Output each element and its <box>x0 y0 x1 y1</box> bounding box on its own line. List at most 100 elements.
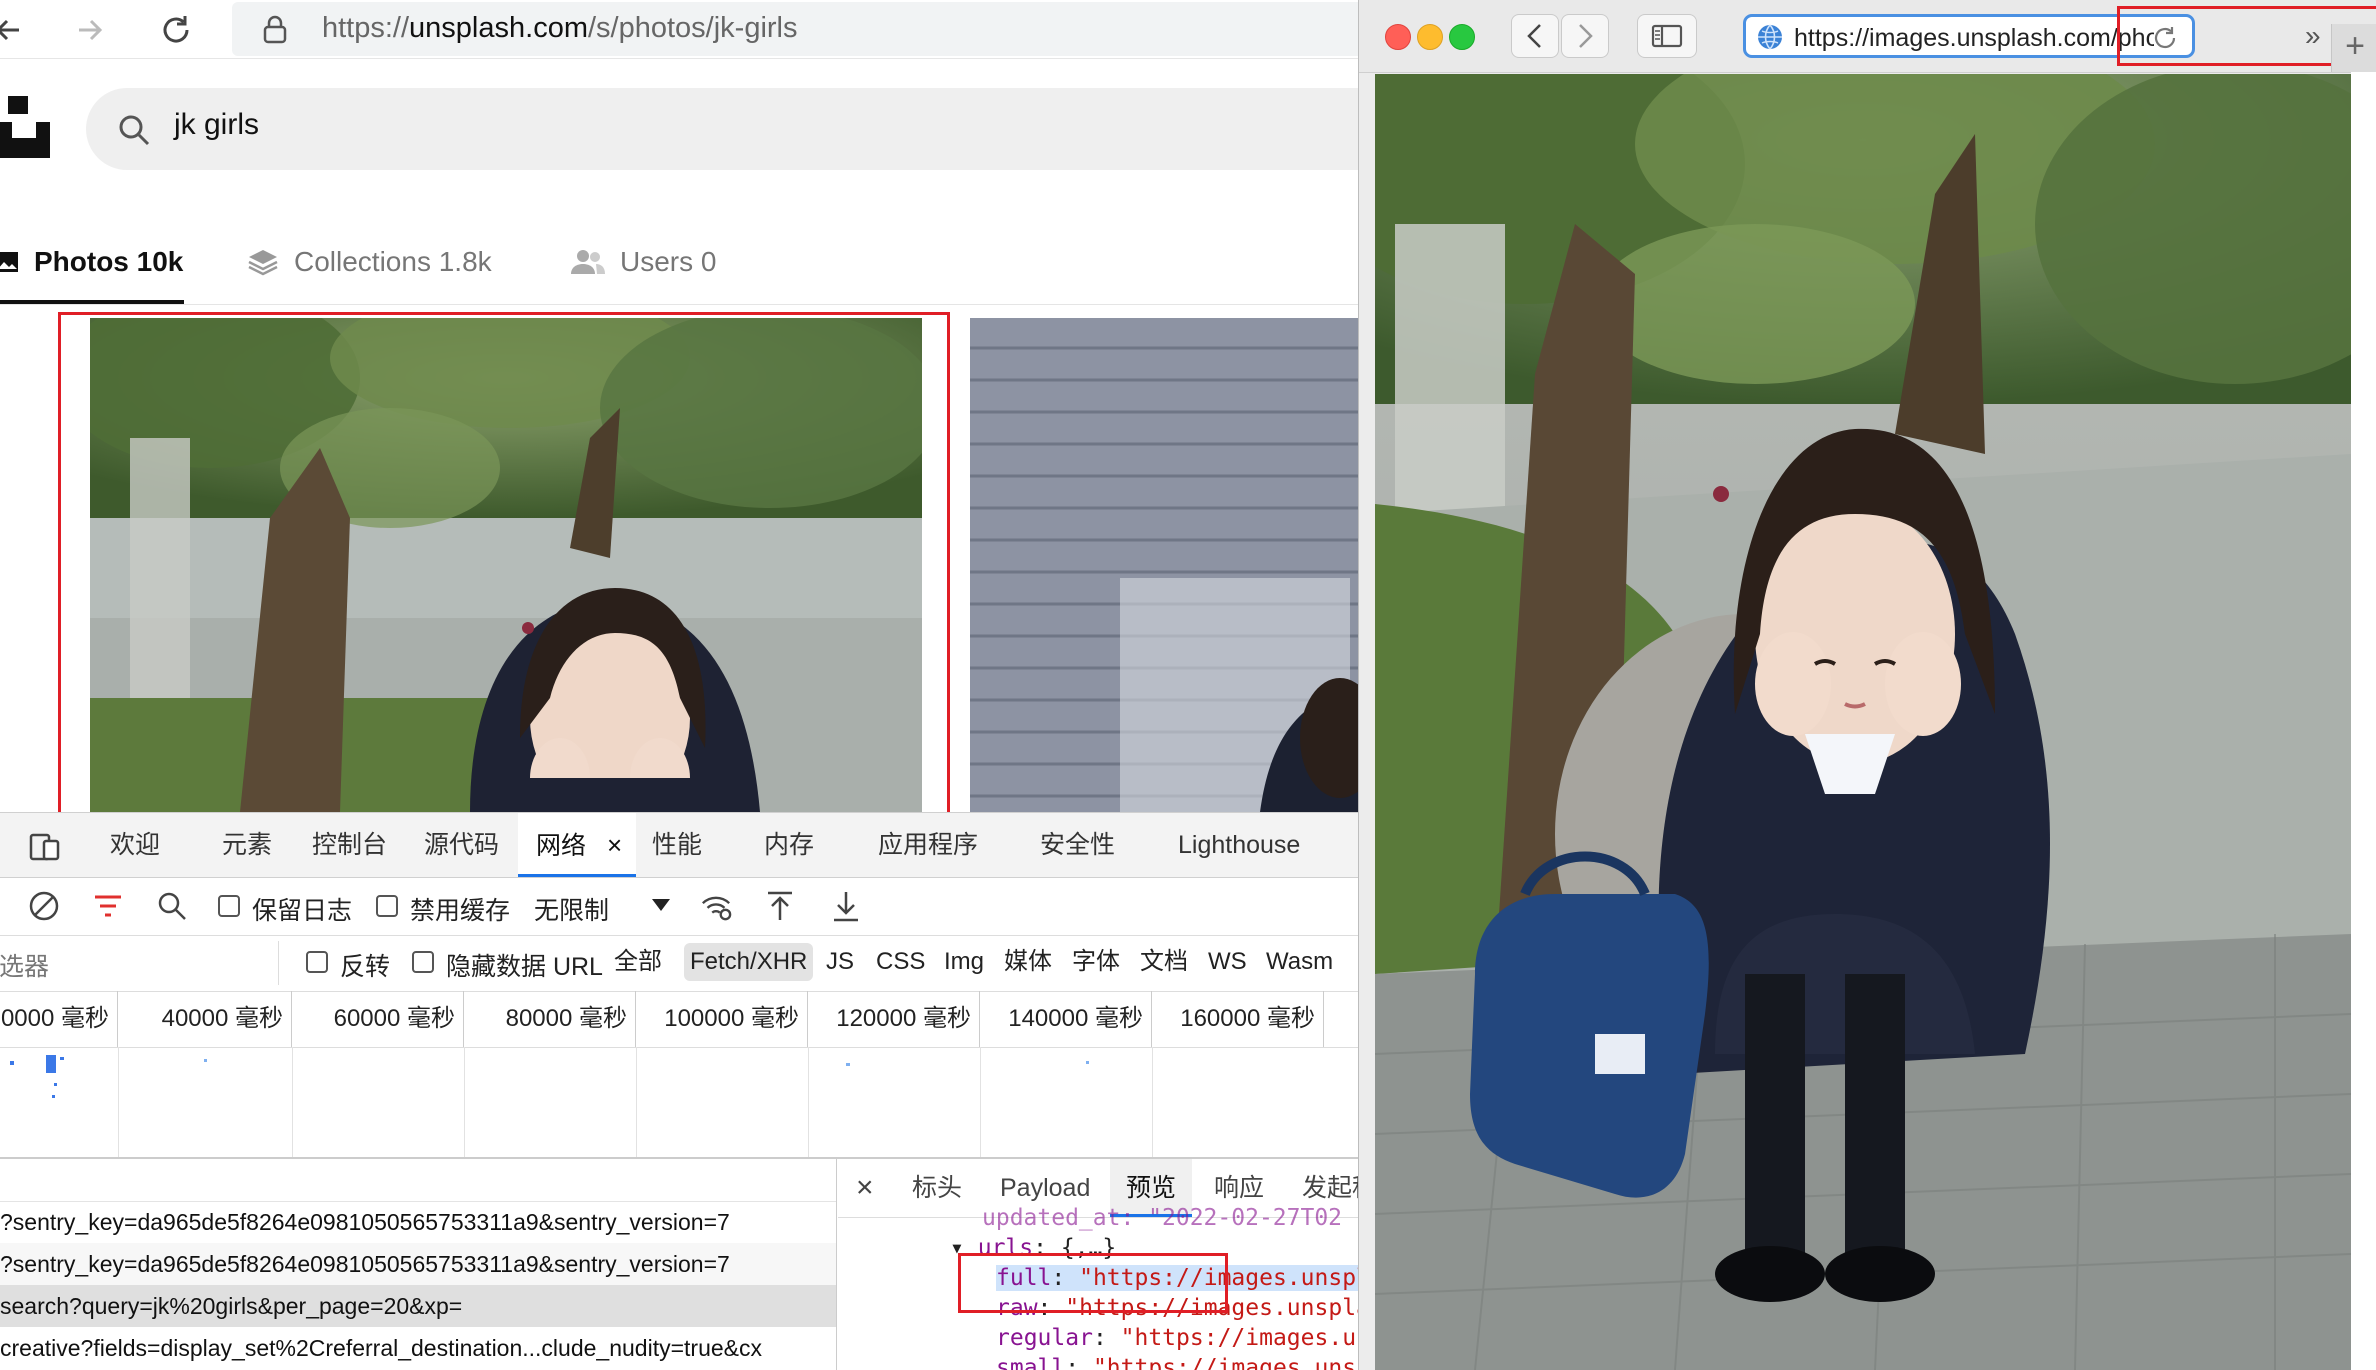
preserve-log-checkbox[interactable] <box>218 895 240 917</box>
minimize-window-button[interactable] <box>1417 24 1443 50</box>
devtools-tab-welcome[interactable]: 欢迎 <box>110 813 160 877</box>
invert-label: 反转 <box>340 953 391 981</box>
safari-toolbar: https://images.unsplash.com/photo » + <box>1359 0 2376 73</box>
network-overview-graph[interactable] <box>0 1047 1358 1159</box>
tab-collections-label: Collections 1.8k <box>294 246 492 277</box>
filter-toggle-button[interactable] <box>92 890 124 922</box>
filter-type-fetch-xhr[interactable]: Fetch/XHR <box>684 943 814 981</box>
hide-data-urls-checkbox[interactable] <box>412 951 434 973</box>
filter-type-img[interactable]: Img <box>938 943 990 981</box>
photo-result-2[interactable] <box>970 318 1358 812</box>
filter-type-doc[interactable]: 文档 <box>1134 943 1194 981</box>
search-input[interactable]: jk girls <box>174 108 259 142</box>
safari-window: https://images.unsplash.com/photo » + <box>1358 0 2376 1370</box>
request-dot <box>52 1095 55 1098</box>
devtools-tab-lighthouse[interactable]: Lighthouse <box>1178 813 1300 877</box>
list-item[interactable]: creative?fields=display_set%2Creferral_d… <box>0 1327 836 1369</box>
filter-type-css[interactable]: CSS <box>870 943 931 981</box>
more-toolbar-items-icon[interactable]: » <box>2305 20 2321 52</box>
safari-url-text: https://images.unsplash.com/photo <box>1794 24 2154 52</box>
new-tab-button[interactable]: + <box>2331 24 2376 72</box>
network-filter-bar: 筛选器 反转 隐藏数据 URL 全部 Fetch/XHR JS CSS Img … <box>0 935 1358 992</box>
devtools-tab-memory[interactable]: 内存 <box>764 813 814 877</box>
list-item[interactable]: ?sentry_key=da965de5f8264e09810505657533… <box>0 1201 836 1243</box>
search-network-button[interactable] <box>156 890 188 922</box>
disable-cache-label: 禁用缓存 <box>410 897 511 925</box>
export-har-button[interactable] <box>830 890 862 922</box>
close-tab-icon[interactable]: × <box>607 830 622 860</box>
photo-icon <box>0 252 18 272</box>
json-line-updated-at: updated_at: "2022-02-27T02 <box>982 1205 1343 1231</box>
tab-headers[interactable]: 标头 <box>912 1159 962 1217</box>
request-detail-panel: × 标头 Payload 预览 响应 发起程序 updated_at: "202… <box>838 1159 1358 1370</box>
filter-type-media[interactable]: 媒体 <box>998 943 1058 981</box>
json-line-regular[interactable]: regular: "https://images.unsplash <box>996 1325 1358 1351</box>
filter-type-js[interactable]: JS <box>820 943 860 981</box>
devtools-tab-network[interactable]: 网络 × <box>518 813 636 877</box>
search-bar[interactable]: jk girls <box>86 88 1358 170</box>
devtools-tab-security[interactable]: 安全性 <box>1040 813 1115 877</box>
timeline-tick: 80000 毫秒 <box>464 991 636 1047</box>
filter-type-wasm[interactable]: Wasm <box>1260 943 1339 981</box>
devtools-tab-network-label: 网络 <box>536 832 587 860</box>
disable-cache-checkbox[interactable] <box>376 895 398 917</box>
timeline-tick: 100000 毫秒 <box>636 991 808 1047</box>
import-har-button[interactable] <box>764 890 796 922</box>
safari-forward-button[interactable] <box>1561 14 1609 58</box>
invert-checkbox[interactable] <box>306 951 328 973</box>
forward-button[interactable] <box>70 10 110 50</box>
url-domain: unsplash.com <box>409 12 588 44</box>
block-icon <box>29 891 59 921</box>
close-window-button[interactable] <box>1385 24 1411 50</box>
devtools-tab-application[interactable]: 应用程序 <box>878 813 978 877</box>
devtools-tab-bar: 欢迎 元素 控制台 源代码 网络 × 性能 内存 应用程序 安全性 Lighth… <box>0 813 1358 878</box>
devtools-tab-elements[interactable]: 元素 <box>222 813 272 877</box>
devtools-panel: 欢迎 元素 控制台 源代码 网络 × 性能 内存 应用程序 安全性 Lighth… <box>0 812 1358 1370</box>
network-toolbar: 保留日志 禁用缓存 无限制 <box>0 877 1358 936</box>
hide-data-urls-label: 隐藏数据 URL <box>446 953 603 981</box>
filter-type-font[interactable]: 字体 <box>1066 943 1126 981</box>
globe-icon <box>1758 24 1782 50</box>
devtools-tab-performance[interactable]: 性能 <box>652 813 702 877</box>
devtools-tab-console[interactable]: 控制台 <box>312 813 387 877</box>
tab-users[interactable]: Users 0 <box>570 232 716 292</box>
filter-input[interactable]: 筛选器 <box>0 947 49 983</box>
photo-girl-full <box>1375 74 2351 1370</box>
request-dot <box>54 1083 57 1086</box>
dropdown-triangle-icon[interactable] <box>652 899 670 913</box>
json-key: small <box>996 1355 1066 1370</box>
request-list: ?sentry_key=da965de5f8264e09810505657533… <box>0 1159 837 1370</box>
users-icon <box>571 250 605 274</box>
search-icon <box>158 892 186 920</box>
unsplash-logo[interactable] <box>0 96 50 158</box>
reload-button[interactable] <box>156 10 196 50</box>
json-line-small[interactable]: small: "https://images.unsplash <box>996 1355 1358 1370</box>
safari-back-button[interactable] <box>1511 14 1559 58</box>
device-toggle-icon[interactable] <box>28 829 62 863</box>
timeline-tick: 140000 毫秒 <box>980 991 1152 1047</box>
stop-recording-button[interactable] <box>28 890 60 922</box>
sidebar-icon <box>1651 24 1683 48</box>
list-item-truncated <box>0 1187 836 1201</box>
throttle-select[interactable]: 无限制 <box>534 891 609 927</box>
search-result-tabs: Photos 10k Collections 1.8k Users 0 <box>0 218 1358 305</box>
zoom-window-button[interactable] <box>1449 24 1475 50</box>
back-button[interactable] <box>0 10 28 50</box>
network-conditions-button[interactable] <box>700 890 732 922</box>
sidebar-toggle-button[interactable] <box>1637 14 1697 58</box>
arrow-left-icon <box>0 19 19 41</box>
address-bar[interactable]: https://unsplash.com/s/photos/jk-girls <box>232 2 1358 56</box>
tab-photos[interactable]: Photos 10k <box>0 232 183 292</box>
request-dot <box>60 1057 64 1060</box>
window-edge-strip <box>2351 72 2376 1370</box>
close-detail-button[interactable]: × <box>856 1159 874 1217</box>
list-item-selected[interactable]: search?query=jk%20girls&per_page=20&xp= <box>0 1285 836 1327</box>
filter-type-ws[interactable]: WS <box>1202 943 1253 981</box>
request-dot <box>10 1061 14 1065</box>
search-icon <box>119 115 150 146</box>
list-item[interactable]: ?sentry_key=da965de5f8264e09810505657533… <box>0 1243 836 1285</box>
tab-collections[interactable]: Collections 1.8k <box>246 232 492 292</box>
filter-type-all[interactable]: 全部 <box>608 943 668 981</box>
request-bar <box>46 1055 56 1073</box>
devtools-tab-sources[interactable]: 源代码 <box>424 813 499 877</box>
